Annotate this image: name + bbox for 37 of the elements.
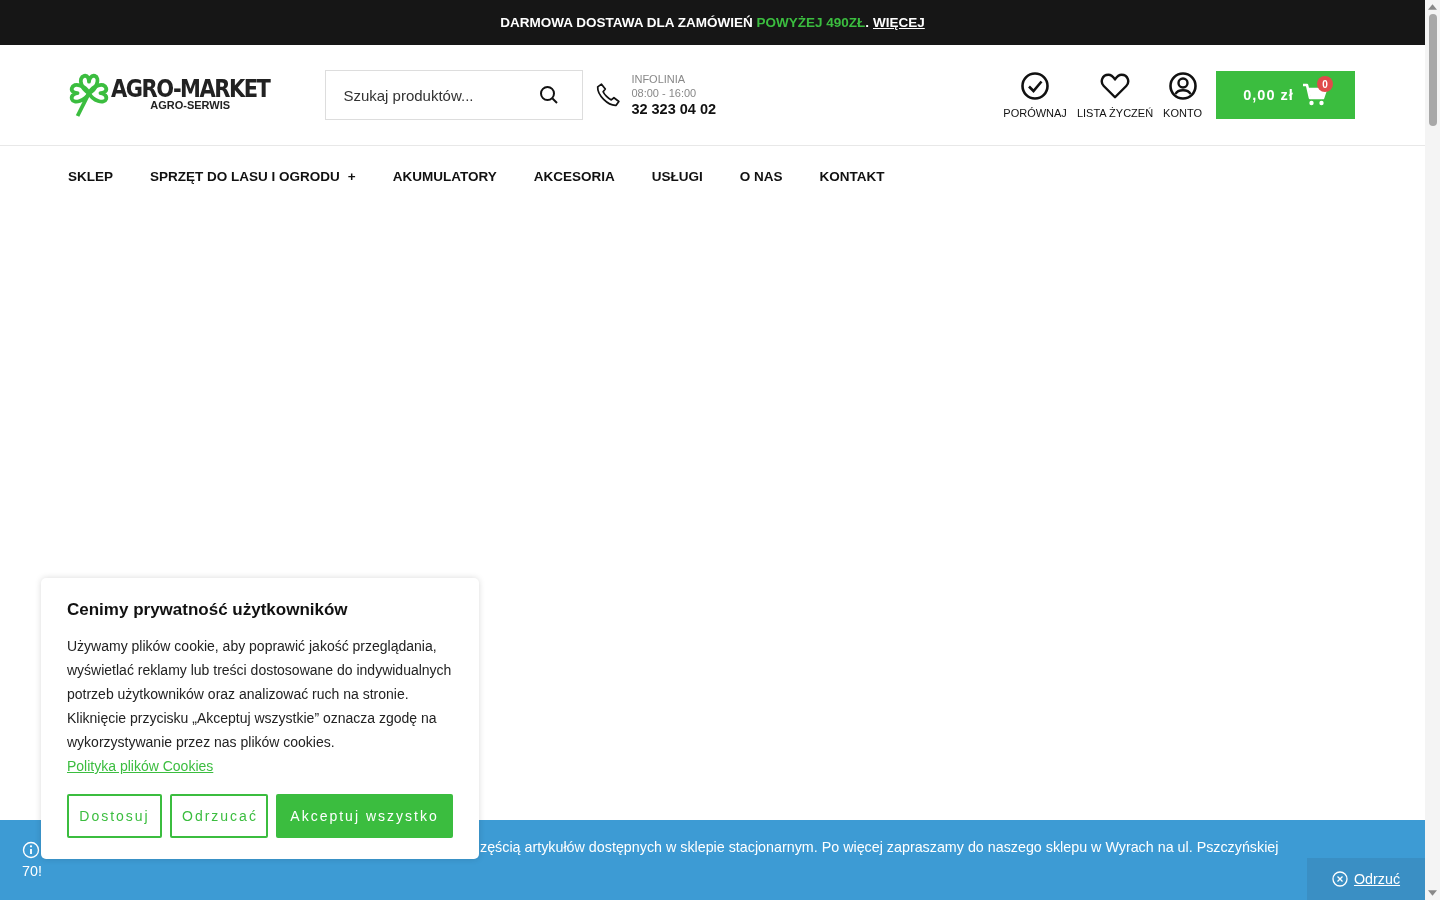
promo-text: DARMOWA DOSTAWA DLA ZAMÓWIEŃ POWYŻEJ 490ZŁ.	[500, 15, 869, 30]
nav-link[interactable]: AKCESORIA	[533, 168, 615, 184]
dismiss-button[interactable]: Odrzuć	[1307, 858, 1425, 900]
wishlist-link[interactable]: LISTA ŻYCZEŃ	[1076, 71, 1154, 119]
scrollbar-thumb[interactable]	[1428, 14, 1437, 126]
hotline-hours: 08:00 - 16:00	[631, 85, 698, 100]
phone-icon	[595, 82, 622, 108]
phone-number[interactable]: 32 323 04 02	[631, 99, 717, 119]
logo-subtitle: AGRO-SERWIS	[150, 100, 231, 111]
nav-link[interactable]: KONTAKT	[819, 168, 885, 184]
cart-count-badge: 0	[1317, 76, 1333, 92]
close-icon	[1331, 871, 1348, 887]
clover-icon[interactable]	[68, 71, 110, 119]
compare-link[interactable]: PORÓWNAJ	[1003, 71, 1067, 119]
nav-link[interactable]: AKUMULATORY	[392, 168, 497, 184]
logo-name[interactable]: AGRO-MARKET	[111, 77, 270, 102]
search-field[interactable]: Szukaj produktów...	[325, 70, 584, 120]
account-link[interactable]: KONTO	[1163, 71, 1202, 119]
scroll-up-icon[interactable]	[1428, 4, 1437, 10]
search-icon[interactable]	[539, 85, 560, 105]
notice-text: 70!	[22, 863, 42, 879]
heart-icon	[1099, 71, 1130, 101]
nav-link[interactable]: SPRZĘT DO LASU I OGRODU +	[150, 168, 356, 184]
more-link[interactable]: WIĘCEJ	[873, 15, 925, 30]
check-circle-icon	[1020, 71, 1051, 101]
info-icon	[22, 841, 40, 859]
nav-link[interactable]: SKLEP	[68, 168, 113, 184]
notice-text: zęścią artykułów dostępnych w sklepie stacjonarnym. Po więcej zapraszamy do naszego sklepu w Wyrach na ul. Pszczyńskiej	[480, 839, 1279, 855]
nav-link[interactable]: O NAS	[739, 168, 783, 184]
dialog-title: Cenimy prywatność użytkowników	[67, 600, 349, 620]
plus-toggle[interactable]: +	[347, 168, 356, 184]
hotline-label: INFOLINIA	[631, 71, 687, 86]
cart-button[interactable]: 0,00 zł 0	[1216, 71, 1355, 119]
scroll-down-icon[interactable]	[1428, 890, 1437, 896]
user-icon	[1167, 71, 1198, 101]
dialog-text: Używamy plików cookie, aby poprawić jakość przeglądania, wyświetlać reklamy lub treści dostosowane do indywidualnych potrzeb użytkowników oraz analizować ruch na stronie. Kliknięcie przycisku „Akceptuj wszystkie” oznacza zgodę na wykorzystywanie przez nas plików cookies. Polityka plików Cookies	[67, 637, 453, 776]
nav-link[interactable]: USŁUGI	[651, 168, 703, 184]
